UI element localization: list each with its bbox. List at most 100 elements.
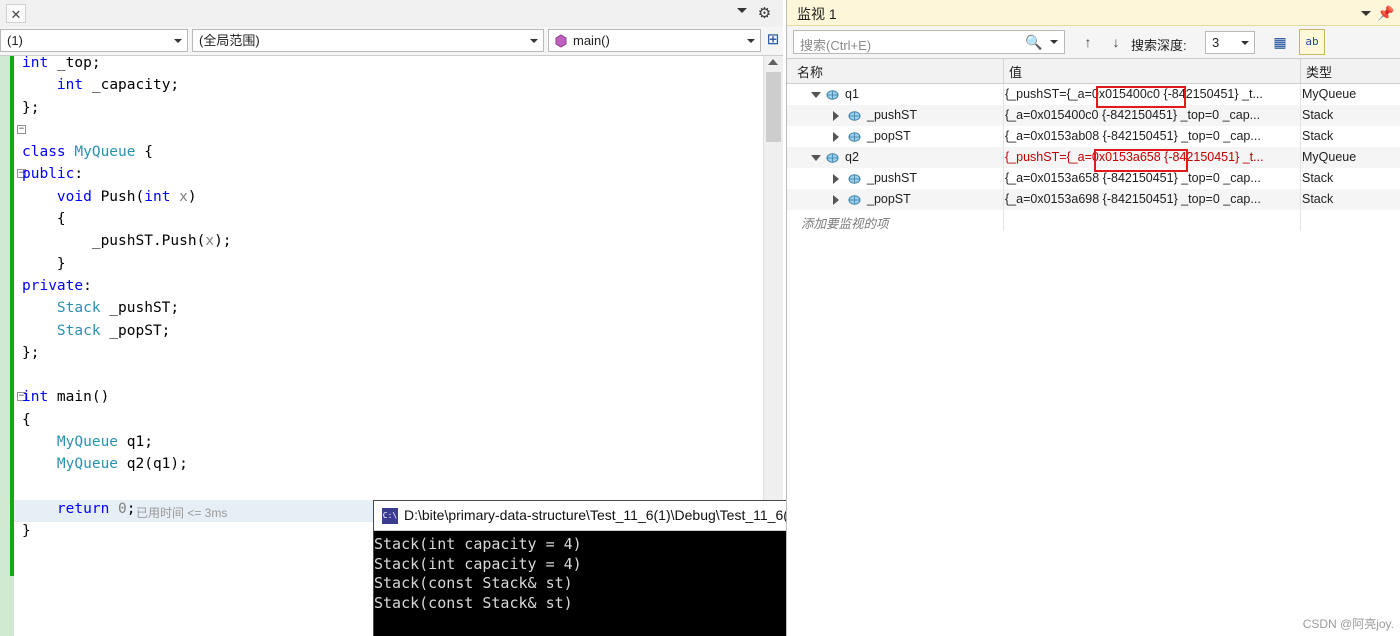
- expander-icon[interactable]: [811, 92, 821, 98]
- expander-icon[interactable]: [833, 174, 839, 184]
- global-scope-value: (全局范围): [199, 33, 260, 48]
- columns-icon[interactable]: ▦: [1269, 31, 1291, 53]
- watch-panel: 监视 1 📌 搜索(Ctrl+E) 🔍 ↑ ↓ 搜索深度: 3 ▦ ab 名称 …: [786, 0, 1400, 636]
- watch-grid-body: q1 {_pushST={_a=0x015400c0 {-842150451} …: [787, 84, 1400, 636]
- object-icon: [825, 87, 840, 102]
- watch-value: {_pushST={_a=0x0153a658 {-842150451} _t.…: [1005, 150, 1264, 164]
- chevron-down-icon[interactable]: [1361, 11, 1371, 16]
- cell-divider: [1300, 84, 1301, 105]
- arrow-down-icon[interactable]: ↓: [1107, 32, 1125, 52]
- watch-value: {_a=0x0153a698 {-842150451} _top=0 _cap.…: [1005, 192, 1261, 206]
- add-watch-row[interactable]: 添加要监视的项: [787, 210, 1400, 231]
- watermark-text: CSDN @阿亮joy.: [1302, 617, 1394, 631]
- expander-icon[interactable]: [833, 132, 839, 142]
- method-icon: [553, 33, 569, 49]
- search-placeholder: 搜索(Ctrl+E): [800, 38, 872, 53]
- gear-icon[interactable]: ⚙: [756, 5, 773, 22]
- expander-icon[interactable]: [833, 111, 839, 121]
- watch-name: q1: [845, 87, 859, 101]
- cell-divider: [1300, 105, 1301, 126]
- cell-divider: [1003, 168, 1004, 189]
- column-divider[interactable]: [1003, 59, 1004, 84]
- arrow-up-icon[interactable]: ↑: [1079, 32, 1097, 52]
- watch-name: _popST: [867, 192, 911, 206]
- scroll-up-icon[interactable]: [768, 59, 778, 65]
- cell-divider: [1003, 84, 1004, 105]
- source-code[interactable]: int _top; int _capacity; }; class MyQueu…: [22, 56, 232, 543]
- search-depth-value: 3: [1212, 35, 1220, 50]
- field-icon: [847, 192, 862, 207]
- watch-name: _pushST: [867, 108, 918, 122]
- search-input[interactable]: 搜索(Ctrl+E) 🔍: [793, 30, 1065, 54]
- scope-dropdown-value: (1): [7, 33, 23, 48]
- function-dropdown-value: main(): [573, 33, 610, 48]
- cell-divider: [1300, 210, 1301, 231]
- watch-type: MyQueue: [1302, 87, 1357, 101]
- field-icon: [847, 171, 862, 186]
- search-icon[interactable]: 🔍: [1025, 34, 1042, 51]
- table-row[interactable]: _popST {_a=0x0153a698 {-842150451} _top=…: [787, 189, 1400, 210]
- watch-panel-header: 监视 1 📌: [787, 0, 1400, 26]
- table-row[interactable]: _popST {_a=0x0153ab08 {-842150451} _top=…: [787, 126, 1400, 147]
- cell-divider: [1003, 105, 1004, 126]
- watch-name: _pushST: [867, 171, 918, 185]
- table-row[interactable]: q1 {_pushST={_a=0x015400c0 {-842150451} …: [787, 84, 1400, 105]
- chevron-down-icon: [174, 39, 182, 43]
- cell-divider: [1003, 147, 1004, 168]
- function-dropdown[interactable]: main(): [548, 29, 761, 52]
- editor-tab-bar: ✕ ⚙: [0, 0, 783, 28]
- scope-dropdown[interactable]: (1): [0, 29, 188, 52]
- chevron-down-icon[interactable]: [737, 8, 747, 13]
- watch-toolbar: 搜索(Ctrl+E) 🔍 ↑ ↓ 搜索深度: 3 ▦ ab: [787, 26, 1400, 59]
- watch-type: Stack: [1302, 171, 1334, 185]
- chevron-down-icon: [530, 39, 538, 43]
- expander-icon[interactable]: [833, 195, 839, 205]
- cell-divider: [1300, 189, 1301, 210]
- column-header-value[interactable]: 值: [1009, 62, 1022, 81]
- cell-divider: [1003, 210, 1004, 231]
- watch-type: Stack: [1302, 192, 1334, 206]
- expander-icon[interactable]: [811, 155, 821, 161]
- chevron-down-icon: [1241, 41, 1249, 45]
- watch-panel-title: 监视 1: [797, 6, 837, 22]
- cell-divider: [1300, 147, 1301, 168]
- table-row[interactable]: q2 {_pushST={_a=0x0153a658 {-842150451} …: [787, 147, 1400, 168]
- console-output-text: Stack(int capacity = 4) Stack(int capaci…: [374, 535, 582, 613]
- split-window-icon[interactable]: ⊞: [764, 29, 782, 51]
- watch-name: _popST: [867, 129, 911, 143]
- search-depth-dropdown[interactable]: 3: [1205, 31, 1255, 54]
- add-watch-placeholder: 添加要监视的项: [801, 217, 889, 231]
- global-scope-dropdown[interactable]: (全局范围): [192, 29, 544, 52]
- column-header-type[interactable]: 类型: [1306, 62, 1332, 81]
- table-row[interactable]: _pushST {_a=0x0153a658 {-842150451} _top…: [787, 168, 1400, 189]
- object-icon: [825, 150, 840, 165]
- cell-divider: [1300, 168, 1301, 189]
- watch-value: {_a=0x0153ab08 {-842150451} _top=0 _cap.…: [1005, 129, 1261, 143]
- scrollbar-thumb[interactable]: [766, 72, 781, 142]
- watch-type: MyQueue: [1302, 150, 1357, 164]
- watch-name: q2: [845, 150, 859, 164]
- column-header-name[interactable]: 名称: [797, 62, 823, 81]
- watch-grid-header: 名称 值 类型: [787, 59, 1400, 84]
- pin-icon[interactable]: 📌: [1377, 5, 1394, 21]
- column-divider[interactable]: [1300, 59, 1301, 84]
- field-icon: [847, 108, 862, 123]
- watch-value: {_a=0x015400c0 {-842150451} _top=0 _cap.…: [1005, 108, 1261, 122]
- field-icon: [847, 129, 862, 144]
- watch-value: {_a=0x0153a658 {-842150451} _top=0 _cap.…: [1005, 171, 1261, 185]
- cell-divider: [1300, 126, 1301, 147]
- editor-navigation-bar: (1) (全局范围) main(): [0, 27, 783, 56]
- console-title-text: D:\bite\primary-data-structure\Test_11_6…: [404, 507, 827, 523]
- hex-display-icon[interactable]: ab: [1299, 29, 1325, 55]
- chevron-down-icon[interactable]: [1050, 40, 1058, 44]
- cell-divider: [1003, 126, 1004, 147]
- close-icon[interactable]: ✕: [6, 4, 26, 23]
- chevron-down-icon: [747, 39, 755, 43]
- cell-divider: [1003, 189, 1004, 210]
- watch-type: Stack: [1302, 108, 1334, 122]
- change-indicator-bar: [10, 56, 14, 576]
- console-app-icon: C:\: [382, 508, 398, 524]
- watch-value: {_pushST={_a=0x015400c0 {-842150451} _t.…: [1005, 87, 1263, 101]
- elapsed-time-label: 已用时间 <= 3ms: [136, 506, 228, 520]
- table-row[interactable]: _pushST {_a=0x015400c0 {-842150451} _top…: [787, 105, 1400, 126]
